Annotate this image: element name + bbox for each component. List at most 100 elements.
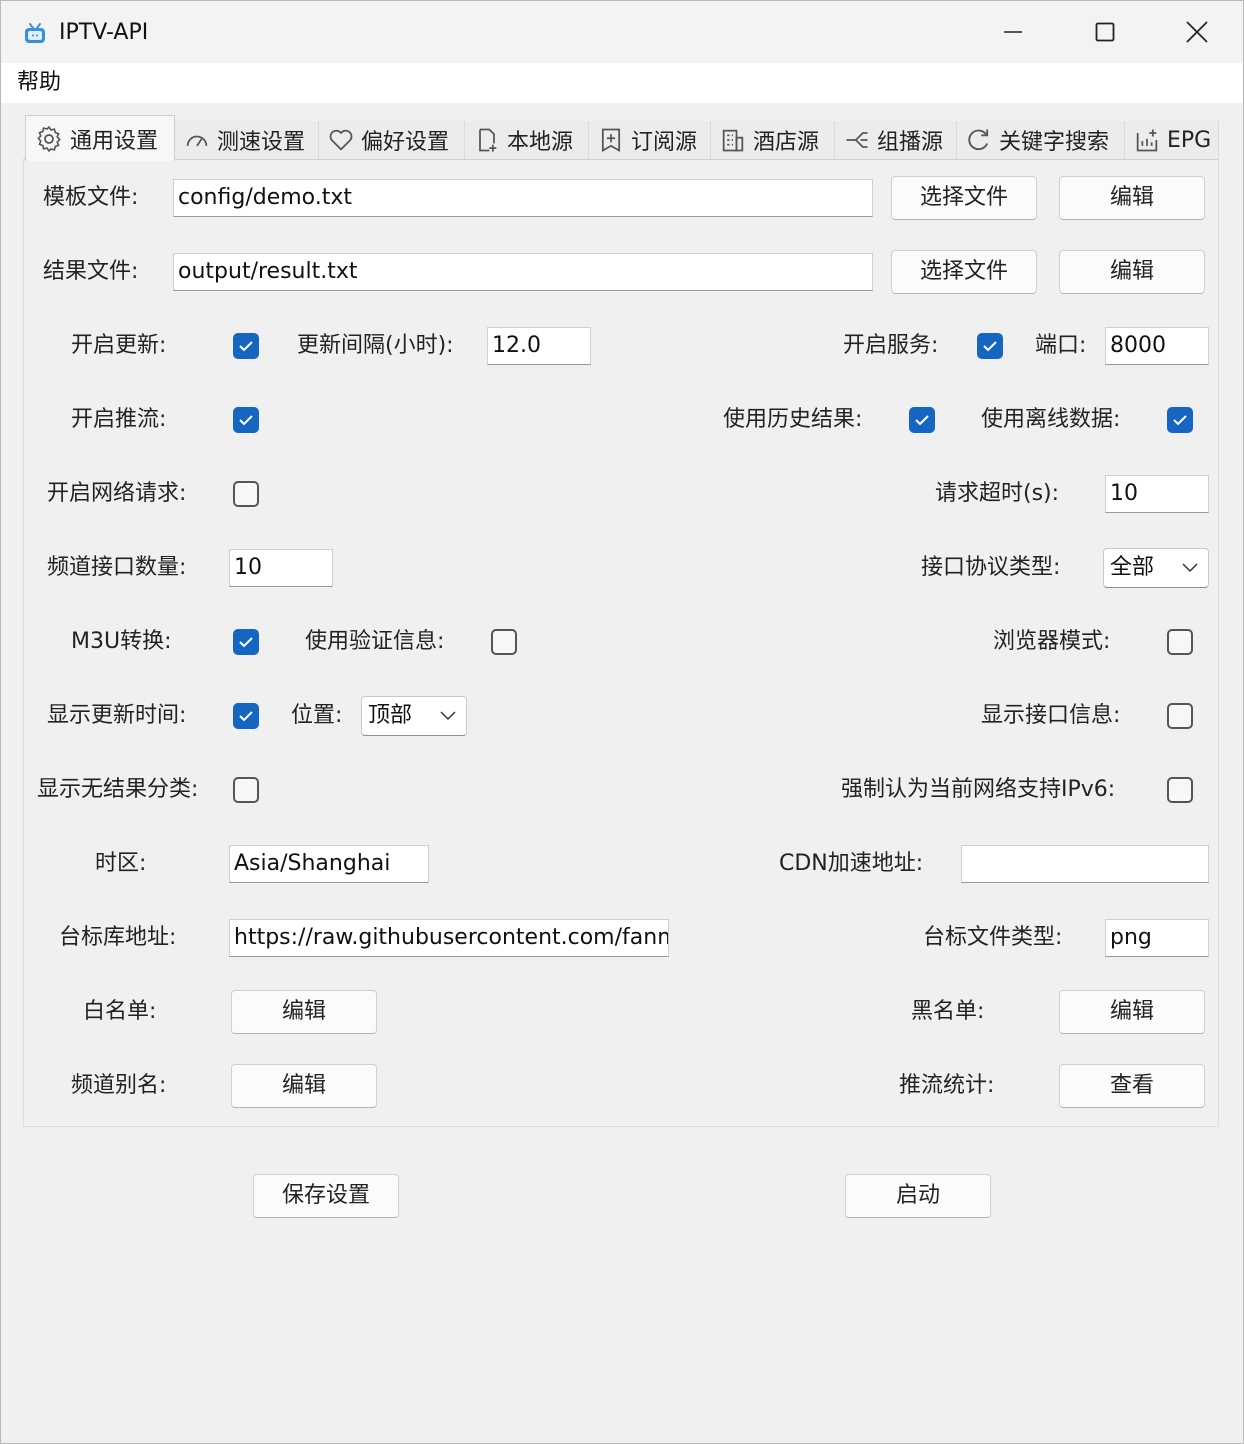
- menu-help[interactable]: 帮助: [17, 67, 61, 99]
- ipv-type-select[interactable]: 全部: [1103, 548, 1209, 588]
- search-refresh-icon: [968, 129, 989, 151]
- use-history-checkbox[interactable]: [909, 407, 935, 433]
- tab-speed[interactable]: 测速设置: [175, 121, 319, 159]
- open-rtmp-label: 开启推流:: [71, 407, 167, 432]
- maximize-icon: [1095, 22, 1115, 42]
- checkmark-icon: [1173, 415, 1187, 426]
- urls-limit-label: 频道接口数量:: [47, 555, 187, 580]
- whitelist-label: 白名单:: [83, 999, 157, 1024]
- tab-general[interactable]: 通用设置: [25, 115, 175, 161]
- cdn-url-label: CDN加速地址:: [779, 851, 924, 876]
- checkmark-icon: [239, 415, 253, 426]
- tab-label: 订阅源: [631, 130, 698, 155]
- heart-icon: [329, 129, 353, 151]
- open-request-checkbox[interactable]: [233, 481, 259, 507]
- logo-type-input[interactable]: png: [1105, 919, 1209, 957]
- logo-type-label: 台标文件类型:: [923, 925, 1063, 950]
- force-ipv6-label: 强制认为当前网络支持IPv6:: [841, 777, 1116, 802]
- use-offline-checkbox[interactable]: [1167, 407, 1193, 433]
- title-bar[interactable]: IPTV-API: [1, 1, 1243, 63]
- use-history-label: 使用历史结果:: [723, 407, 863, 432]
- ipv-type-label: 接口协议类型:: [921, 555, 1061, 580]
- alias-label: 频道别名:: [71, 1073, 167, 1098]
- template-edit-button[interactable]: 编辑: [1059, 176, 1205, 220]
- start-button[interactable]: 启动: [845, 1174, 991, 1218]
- open-update-checkbox[interactable]: [233, 333, 259, 359]
- template-file-label: 模板文件:: [43, 185, 139, 210]
- timezone-input[interactable]: Asia/Shanghai: [229, 845, 429, 883]
- open-update-label: 开启更新:: [71, 333, 167, 358]
- tab-label: EPG: [1167, 127, 1212, 153]
- result-choose-file-button[interactable]: 选择文件: [891, 250, 1037, 294]
- tab-epg[interactable]: EPG: [1125, 121, 1219, 159]
- tab-hotel[interactable]: 酒店源: [711, 121, 835, 159]
- close-icon: [1186, 21, 1208, 43]
- tab-subscribe[interactable]: 订阅源: [589, 121, 711, 159]
- chevron-down-icon: [440, 711, 456, 721]
- tab-label: 通用设置: [70, 128, 159, 154]
- force-ipv6-checkbox[interactable]: [1167, 777, 1193, 803]
- update-interval-input[interactable]: 12.0: [487, 327, 591, 365]
- use-offline-label: 使用离线数据:: [981, 407, 1121, 432]
- logo-url-input[interactable]: https://raw.githubusercontent.com/fanmin…: [229, 919, 669, 957]
- multicast-icon: [846, 132, 868, 148]
- app-window: IPTV-API 帮助 通用设置 测速设置 偏好设置 本地源 订阅源 酒店源 组…: [0, 0, 1244, 1444]
- gear-icon: [37, 125, 61, 152]
- auth-info-label: 使用验证信息:: [305, 629, 445, 654]
- auth-info-checkbox[interactable]: [491, 629, 517, 655]
- tab-label: 酒店源: [753, 130, 820, 155]
- template-file-input[interactable]: config/demo.txt: [173, 179, 873, 217]
- alias-edit-button[interactable]: 编辑: [231, 1064, 377, 1108]
- m3u-checkbox[interactable]: [233, 629, 259, 655]
- show-update-time-checkbox[interactable]: [233, 703, 259, 729]
- open-rtmp-checkbox[interactable]: [233, 407, 259, 433]
- rtmp-stat-view-button[interactable]: 查看: [1059, 1064, 1205, 1108]
- m3u-label: M3U转换:: [71, 629, 172, 654]
- checkmark-icon: [983, 341, 997, 352]
- chevron-down-icon: [1182, 563, 1198, 573]
- show-no-result-checkbox[interactable]: [233, 777, 259, 803]
- template-choose-file-button[interactable]: 选择文件: [891, 176, 1037, 220]
- tab-multicast[interactable]: 组播源: [835, 121, 957, 159]
- open-request-label: 开启网络请求:: [47, 481, 187, 506]
- browser-mode-checkbox[interactable]: [1167, 629, 1193, 655]
- close-button[interactable]: [1151, 1, 1243, 63]
- position-label: 位置:: [291, 703, 343, 728]
- save-settings-button[interactable]: 保存设置: [253, 1174, 399, 1218]
- result-file-input[interactable]: output/result.txt: [173, 253, 873, 291]
- tab-keyword-search[interactable]: 关键字搜索: [957, 121, 1125, 159]
- tab-label: 测速设置: [217, 130, 306, 155]
- speedometer-icon: [186, 135, 208, 147]
- menu-bar: 帮助: [1, 63, 1243, 103]
- show-url-info-label: 显示接口信息:: [981, 703, 1121, 728]
- result-edit-button[interactable]: 编辑: [1059, 250, 1205, 294]
- whitelist-edit-button[interactable]: 编辑: [231, 990, 377, 1034]
- result-file-label: 结果文件:: [43, 259, 139, 284]
- tab-preference[interactable]: 偏好设置: [319, 121, 465, 159]
- timezone-label: 时区:: [95, 851, 147, 876]
- show-url-info-checkbox[interactable]: [1167, 703, 1193, 729]
- bookmark-add-icon: [601, 128, 621, 153]
- tab-label: 偏好设置: [361, 130, 450, 155]
- ipv-type-value: 全部: [1110, 555, 1155, 580]
- position-select[interactable]: 顶部: [361, 696, 467, 736]
- open-service-checkbox[interactable]: [977, 333, 1003, 359]
- checkmark-icon: [239, 341, 253, 352]
- checkmark-icon: [239, 637, 253, 648]
- cdn-url-input[interactable]: [961, 845, 1209, 883]
- port-input[interactable]: 8000: [1105, 327, 1209, 365]
- minimize-button[interactable]: [967, 1, 1059, 63]
- blacklist-edit-button[interactable]: 编辑: [1059, 990, 1205, 1034]
- tv-icon: [23, 21, 47, 45]
- request-timeout-input[interactable]: 10: [1105, 475, 1209, 513]
- tab-label: 本地源: [507, 130, 574, 155]
- show-update-time-label: 显示更新时间:: [47, 703, 187, 728]
- tab-label: 关键字搜索: [999, 130, 1110, 155]
- urls-limit-input[interactable]: 10: [229, 549, 333, 587]
- rtmp-stat-label: 推流统计:: [899, 1073, 995, 1098]
- epg-icon: [1136, 129, 1158, 152]
- request-timeout-label: 请求超时(s):: [935, 481, 1060, 506]
- tab-local[interactable]: 本地源: [465, 121, 589, 159]
- tab-label: 组播源: [877, 130, 944, 155]
- maximize-button[interactable]: [1059, 1, 1151, 63]
